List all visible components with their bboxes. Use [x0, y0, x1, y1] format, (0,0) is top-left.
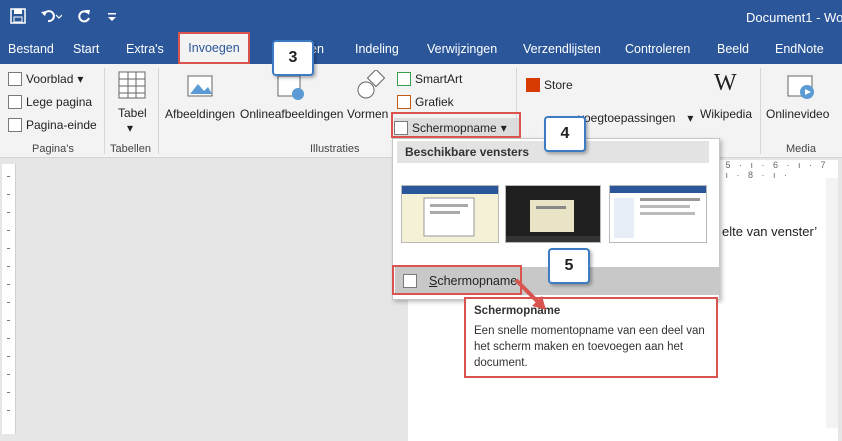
group-label-tables: Tabellen [110, 143, 151, 155]
document-text: elte van venster’ [722, 224, 818, 239]
my-addins-button[interactable]: voegtoepassingen ▾ [578, 111, 693, 125]
vertical-ruler [2, 164, 16, 434]
chevron-down-icon: ▾ [127, 121, 134, 135]
arrow-icon [514, 278, 546, 310]
tab-controleren[interactable]: Controleren [625, 42, 690, 56]
tab-invoegen[interactable]: Invoegen [178, 32, 250, 64]
online-pictures-icon[interactable] [276, 72, 306, 102]
chart-icon [397, 95, 411, 109]
vormen-button[interactable]: Vormen [347, 107, 388, 121]
tab-extras[interactable]: Extra's [126, 42, 164, 56]
tab-verzendlijsten[interactable]: Verzendlijsten [523, 42, 601, 56]
window-thumbnail[interactable] [609, 185, 707, 243]
callout-3: 3 [272, 40, 314, 76]
pictures-icon[interactable] [186, 72, 216, 102]
onlineafbeeldingen-button[interactable]: Onlineafbeeldingen [240, 107, 343, 121]
pagina-einde-button[interactable]: Pagina-einde [8, 118, 97, 132]
customize-icon[interactable] [106, 8, 118, 27]
tab-beeld[interactable]: Beeld [717, 42, 749, 56]
tooltip-title: Schermopname [474, 305, 561, 317]
store-icon [526, 78, 540, 92]
window-title: Document1 - Wo [746, 10, 842, 25]
group-label-pages: Pagina's [32, 143, 74, 155]
window-thumbnail[interactable] [505, 185, 601, 243]
chevron-down-icon: ▾ [687, 111, 694, 125]
tabel-button[interactable]: Tabel [118, 106, 147, 120]
callout-5: 5 [548, 248, 590, 284]
highlight-box [391, 112, 521, 138]
ribbon-tabs: Bestand Start Extra's en Indeling Verwij… [0, 36, 842, 64]
wikipedia-button[interactable]: Wikipedia [700, 107, 752, 121]
undo-icon[interactable] [40, 8, 63, 27]
onlinevideo-button[interactable]: Onlinevideo [766, 107, 829, 121]
window-thumbnail[interactable] [401, 185, 499, 243]
cover-page-icon [8, 72, 22, 86]
separator [760, 68, 761, 154]
separator [158, 68, 159, 154]
title-bar: Document1 - Wo [0, 0, 842, 36]
voorblad-button[interactable]: Voorblad ▾ [8, 72, 83, 86]
vertical-scrollbar[interactable] [826, 178, 838, 428]
tab-indeling[interactable]: Indeling [355, 42, 399, 56]
chevron-down-icon: ▾ [77, 72, 84, 86]
tab-endnote[interactable]: EndNote [775, 42, 824, 56]
lege-pagina-button[interactable]: Lege pagina [8, 95, 92, 109]
highlight-box [392, 265, 522, 295]
tooltip-body: Een snelle momentopname van een deel van… [474, 325, 705, 369]
separator [104, 68, 105, 154]
group-label-illustrations: Illustraties [310, 143, 360, 155]
page-break-icon [8, 118, 22, 132]
online-video-icon[interactable] [786, 72, 816, 102]
wikipedia-icon[interactable]: W [714, 70, 737, 97]
tab-start[interactable]: Start [73, 42, 99, 56]
afbeeldingen-button[interactable]: Afbeeldingen [165, 107, 235, 121]
store-button[interactable]: Store [526, 78, 573, 92]
tab-verwijzingen[interactable]: Verwijzingen [427, 42, 497, 56]
tooltip: Schermopname Een snelle momentopname van… [464, 297, 718, 378]
smartart-icon [397, 72, 411, 86]
table-icon[interactable] [117, 70, 147, 100]
tab-bestand[interactable]: Bestand [8, 42, 54, 56]
smartart-button[interactable]: SmartArt [397, 72, 462, 86]
quick-access-toolbar [10, 8, 118, 27]
horizontal-ruler: · 5 · ı · 6 · ı · 7 · ı · 8 · ı · [708, 160, 838, 180]
save-icon[interactable] [10, 8, 26, 27]
blank-page-icon [8, 95, 22, 109]
redo-icon[interactable] [76, 8, 92, 27]
callout-4: 4 [544, 116, 586, 152]
grafiek-button[interactable]: Grafiek [397, 95, 454, 109]
shapes-icon[interactable] [356, 68, 386, 100]
group-label-media: Media [786, 143, 816, 155]
